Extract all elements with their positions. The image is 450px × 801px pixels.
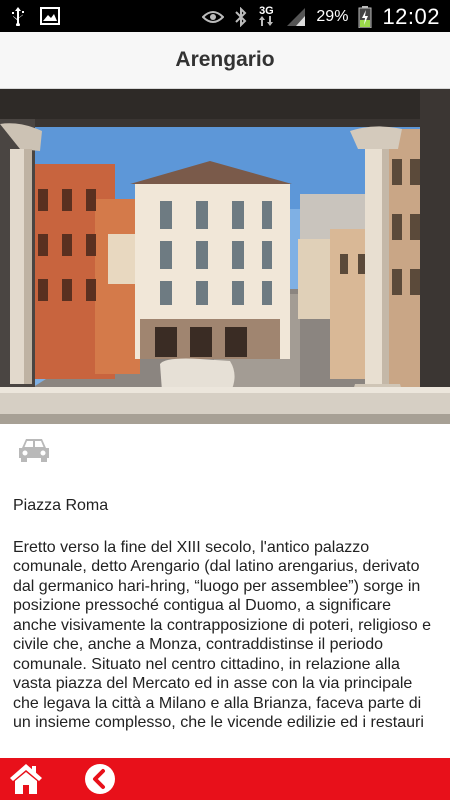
status-left xyxy=(10,6,60,26)
clock: 12:02 xyxy=(382,4,440,29)
battery-percent: 29% xyxy=(316,8,349,25)
battery-charging-icon xyxy=(358,6,372,28)
hero-illustration xyxy=(0,89,450,424)
usb-icon xyxy=(12,7,24,26)
signal-icon xyxy=(287,8,306,26)
network-arrows-icon xyxy=(259,16,274,26)
back-button[interactable] xyxy=(84,763,116,795)
place-address: Piazza Roma xyxy=(13,497,109,514)
arengario-photo xyxy=(0,89,450,424)
home-button[interactable] xyxy=(8,762,44,796)
page-title: Arengario xyxy=(175,48,275,71)
content-area: Piazza Roma Eretto verso la fine del XII… xyxy=(13,496,438,733)
description-text: Eretto verso la fine del XIII secolo, l'… xyxy=(13,538,432,732)
home-icon xyxy=(10,764,42,794)
eye-icon xyxy=(202,11,225,23)
app-header: Arengario xyxy=(0,32,450,89)
network-type: 3G xyxy=(258,6,274,28)
bluetooth-icon xyxy=(235,7,247,27)
bottom-bar xyxy=(0,758,450,800)
car-icon xyxy=(19,439,49,462)
network-label: 3G xyxy=(259,5,274,17)
status-right: 3G 29% 12:02 xyxy=(202,4,440,30)
image-icon xyxy=(40,7,60,25)
back-icon xyxy=(85,764,115,794)
status-bar: 3G 29% 12:02 xyxy=(0,0,450,32)
